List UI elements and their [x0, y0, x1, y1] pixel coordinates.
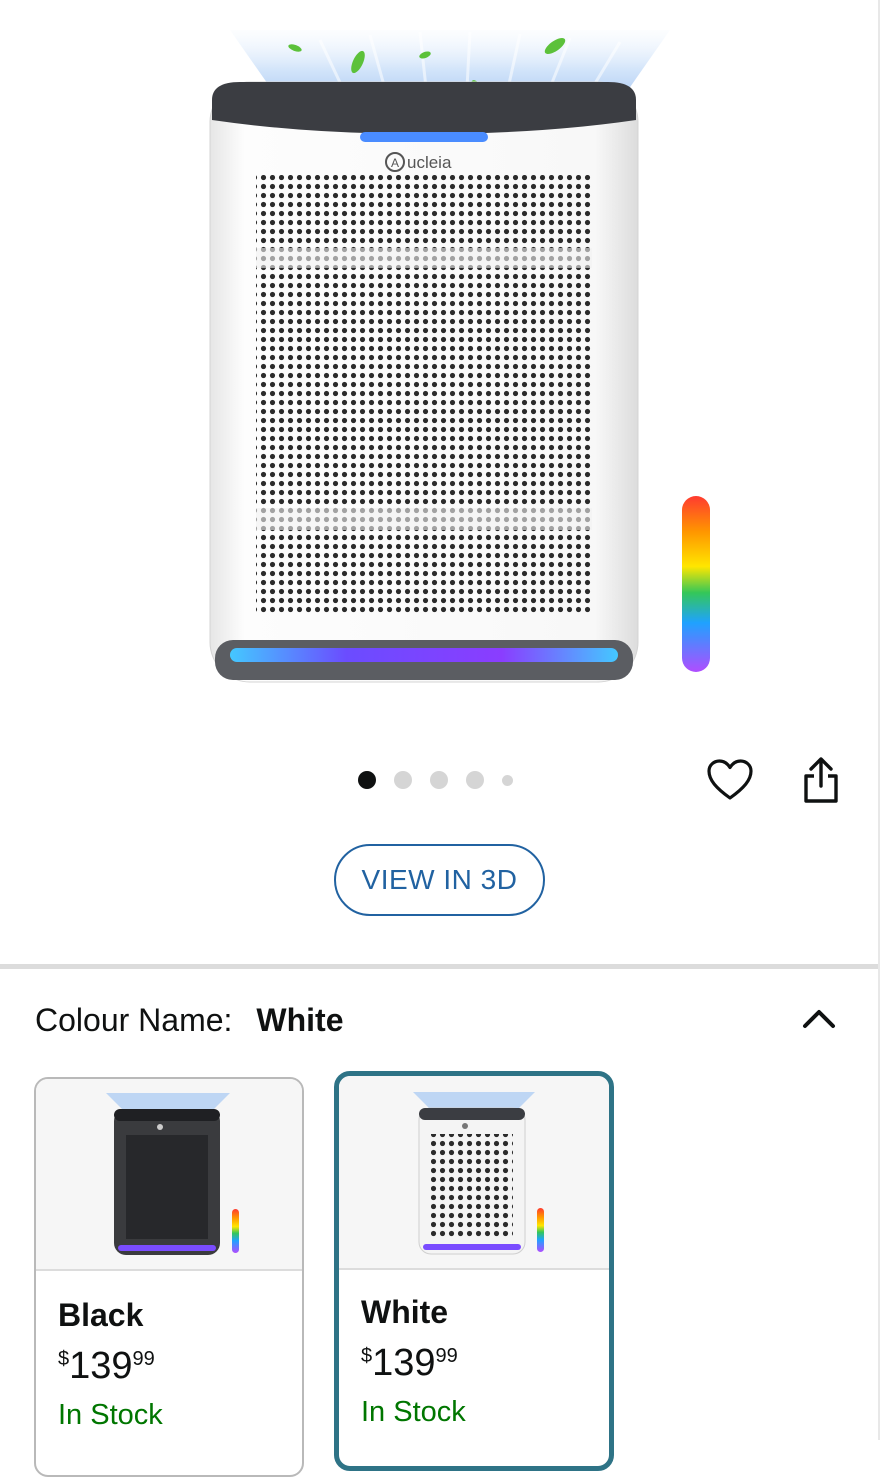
price-currency: $: [361, 1345, 373, 1367]
wishlist-button[interactable]: [705, 755, 755, 805]
svg-text:A: A: [391, 156, 399, 170]
white-purifier-image: [413, 1092, 544, 1255]
carousel-dot[interactable]: [502, 774, 513, 786]
carousel-dot[interactable]: [358, 771, 376, 789]
availability-status: In Stock: [58, 1399, 163, 1431]
svg-text:ucleia: ucleia: [407, 153, 452, 172]
price-fraction: 99: [435, 1345, 458, 1367]
price-fraction: 99: [132, 1348, 155, 1370]
carousel-dot[interactable]: [394, 771, 412, 789]
variant-card-white[interactable]: White $ 139 99 In Stock: [334, 1071, 614, 1471]
product-image-gallery[interactable]: A ucleia VIEW IN 3D: [0, 0, 880, 960]
product-main-image[interactable]: A ucleia: [160, 20, 740, 700]
brand-logo: A ucleia: [385, 152, 452, 172]
share-icon: [804, 757, 838, 803]
section-divider: [0, 964, 880, 969]
carousel-dot[interactable]: [430, 771, 448, 789]
chevron-up-icon[interactable]: [799, 1000, 839, 1040]
variant-price: $ 139 99: [58, 1345, 155, 1388]
variant-price: $ 139 99: [361, 1342, 458, 1385]
view-in-3d-button[interactable]: VIEW IN 3D: [334, 844, 545, 916]
price-currency: $: [58, 1348, 70, 1370]
variant-thumbnail: [339, 1076, 609, 1270]
variant-label: Colour Name:: [35, 1001, 233, 1038]
variant-name: White: [361, 1294, 449, 1330]
price-whole: 139: [372, 1342, 436, 1384]
variant-name: Black: [58, 1297, 144, 1333]
availability-status: In Stock: [361, 1396, 466, 1428]
share-button[interactable]: [796, 755, 846, 805]
variant-card-black[interactable]: Black $ 139 99 In Stock: [34, 1077, 304, 1477]
price-whole: 139: [69, 1345, 133, 1387]
carousel-dot[interactable]: [466, 771, 484, 789]
selected-variant-value: White: [256, 1001, 344, 1038]
black-purifier-image: [106, 1093, 239, 1255]
variant-thumbnail: [36, 1079, 302, 1271]
heart-icon: [707, 759, 753, 800]
image-carousel-indicator[interactable]: [358, 770, 531, 790]
variant-selector-header[interactable]: Colour Name: White: [35, 998, 855, 1042]
